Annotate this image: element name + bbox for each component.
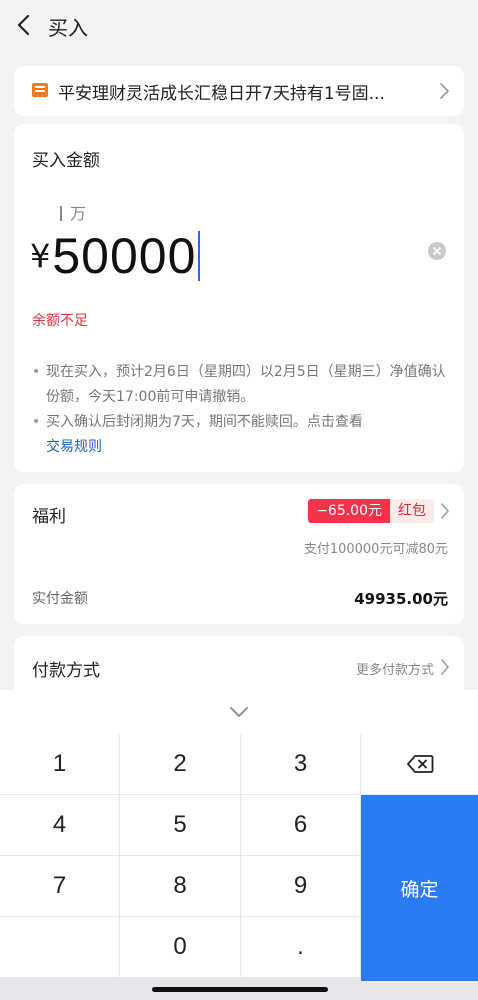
product-row[interactable]: 平安理财灵活成长汇稳日开7天持有1号固... — [14, 66, 464, 116]
back-arrow-icon[interactable] — [10, 10, 38, 40]
payment-method-title: 付款方式 — [32, 661, 100, 681]
key-1[interactable]: 1 — [0, 734, 119, 794]
numeric-keyboard: 1 2 3 4 5 6 7 8 9 0 . 确定 — [0, 690, 478, 1000]
key-9[interactable]: 9 — [241, 856, 360, 916]
currency-symbol: ¥ — [30, 237, 51, 275]
key-decimal[interactable]: . — [241, 917, 360, 977]
amount-title: 买入金额 — [32, 151, 100, 171]
confirm-button[interactable]: 确定 — [361, 795, 478, 981]
purchase-notes: 现在买入，预计2月6日（星期四）以2月5日（星期三）净值确认份额，今天17:00… — [32, 360, 452, 460]
chevron-down-icon[interactable] — [225, 704, 253, 720]
product-name: 平安理财灵活成长汇稳日开7天持有1号固... — [58, 84, 385, 104]
key-3[interactable]: 3 — [241, 734, 360, 794]
chevron-right-icon — [441, 659, 449, 675]
top-bar: 买入 — [0, 0, 478, 52]
redpack-tag: 红包 — [390, 499, 434, 523]
key-0[interactable]: 0 — [120, 917, 240, 977]
backspace-key[interactable] — [361, 734, 478, 794]
note-item: 买入确认后封闭期为7天，期间不能赎回。点击查看交易规则 — [32, 410, 452, 460]
note-item: 现在买入，预计2月6日（星期四）以2月5日（星期三）净值确认份额，今天17:00… — [32, 360, 452, 410]
trade-rules-link[interactable]: 交易规则 — [46, 439, 102, 455]
key-5[interactable]: 5 — [120, 795, 240, 855]
paid-amount-value: 49935.00元 — [354, 590, 448, 608]
page-title: 买入 — [48, 16, 88, 40]
amount-input[interactable]: ¥ 50000 — [30, 226, 201, 286]
redpack-badge[interactable]: −65.00元 红包 — [308, 499, 434, 523]
note-text: 现在买入，预计2月6日（星期四）以2月5日（星期三）净值确认份额，今天17:00… — [46, 364, 446, 405]
redpack-amount: −65.00元 — [308, 499, 390, 523]
balance-warning: 余额不足 — [32, 313, 88, 329]
chevron-right-icon — [440, 83, 449, 99]
amount-value: 50000 — [52, 228, 197, 284]
product-logo-icon — [32, 83, 48, 97]
amount-card: 买入金额 万 ¥ 50000 余额不足 现在买入，预计2月6日（星期四）以2月5… — [14, 124, 464, 472]
unit-hint-label: 万 — [70, 204, 87, 223]
benefit-title: 福利 — [32, 507, 66, 527]
text-cursor — [198, 231, 201, 281]
backspace-icon — [406, 755, 433, 773]
key-7[interactable]: 7 — [0, 856, 119, 916]
key-8[interactable]: 8 — [120, 856, 240, 916]
paid-amount-label: 实付金额 — [32, 591, 88, 607]
chevron-right-icon[interactable] — [440, 502, 450, 520]
key-6[interactable]: 6 — [241, 795, 360, 855]
more-payment-methods-link[interactable]: 更多付款方式 — [356, 659, 434, 678]
key-4[interactable]: 4 — [0, 795, 119, 855]
key-2[interactable]: 2 — [120, 734, 240, 794]
benefit-note: 支付100000元可减80元 — [303, 542, 448, 557]
keypad: 1 2 3 4 5 6 7 8 9 0 . 确定 — [0, 734, 478, 1000]
note-text: 买入确认后封闭期为7天，期间不能赎回。点击查看 — [46, 414, 363, 430]
clear-icon[interactable] — [428, 242, 446, 260]
benefit-card: 福利 −65.00元 红包 支付100000元可减80元 实付金额 49935.… — [14, 484, 464, 624]
unit-hint: 万 — [60, 200, 86, 224]
home-indicator — [152, 987, 328, 992]
key-blank — [0, 917, 119, 977]
